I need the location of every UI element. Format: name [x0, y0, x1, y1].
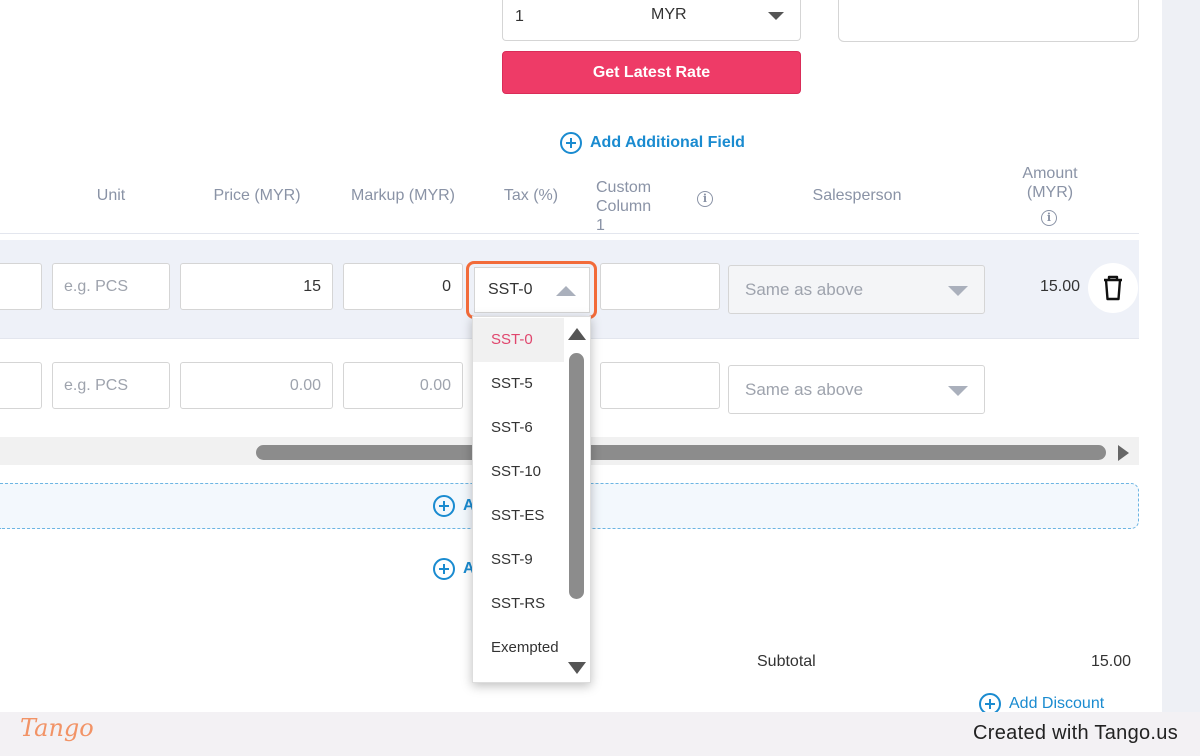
add-discount-label: Add Discount — [1009, 695, 1105, 712]
chevron-down-icon — [948, 286, 968, 296]
header-amount-line1: Amount — [1022, 165, 1078, 182]
created-with-text: Created with Tango.us — [973, 722, 1178, 744]
header-amount-line2: (MYR) — [1026, 184, 1074, 201]
price-input[interactable]: 15 — [180, 263, 333, 310]
header-custom-line2: Column 1 — [596, 198, 652, 234]
trash-icon — [1104, 275, 1122, 301]
add-section-button[interactable]: A — [433, 558, 475, 580]
tax-dropdown-menu: SST-0 SST-5 SST-6 SST-10 SST-ES SST-9 SS… — [472, 316, 591, 683]
salesperson-select[interactable]: Same as above — [728, 365, 985, 414]
header-amount: Amount (MYR) — [1010, 164, 1090, 202]
delete-row-button[interactable] — [1088, 263, 1138, 313]
custom-column-input[interactable] — [600, 263, 720, 310]
tax-option-exempted[interactable]: Exempted — [473, 626, 564, 670]
scroll-right-arrow-icon[interactable] — [1118, 445, 1129, 461]
tax-select-value: SST-0 — [488, 281, 533, 298]
add-additional-field-label: Add Additional Field — [590, 134, 745, 151]
unit-input[interactable]: e.g. PCS — [52, 263, 170, 310]
footer-bar: Tango Created with Tango.us — [0, 712, 1200, 756]
tax-option-sst-0[interactable]: SST-0 — [473, 318, 564, 362]
tax-select[interactable]: SST-0 — [474, 267, 590, 313]
subtotal-value: 15.00 — [1090, 653, 1131, 670]
plus-circle-icon — [433, 495, 455, 517]
currency-rate-select[interactable]: 1 MYR — [502, 0, 801, 41]
scroll-down-arrow-icon[interactable] — [568, 662, 586, 674]
header-unit: Unit — [96, 187, 126, 204]
right-gutter — [1162, 0, 1200, 712]
horizontal-scrollbar-thumb[interactable] — [256, 445, 1106, 460]
chevron-down-icon — [948, 386, 968, 396]
tax-option-sst-9[interactable]: SST-9 — [473, 538, 564, 582]
header-custom-column: Custom Column 1 — [596, 178, 664, 235]
salesperson-value: Same as above — [745, 280, 864, 299]
subtotal-label: Subtotal — [757, 653, 816, 670]
markup-input[interactable]: 0 — [343, 263, 463, 310]
header-markup: Markup (MYR) — [350, 187, 455, 204]
add-item-button[interactable]: A — [433, 495, 475, 517]
salesperson-value: Same as above — [745, 380, 864, 399]
tax-option-sst-6[interactable]: SST-6 — [473, 406, 564, 450]
add-additional-field-button[interactable]: Add Additional Field — [560, 131, 745, 155]
info-icon[interactable]: i — [1041, 210, 1057, 226]
markup-input[interactable]: 0.00 — [343, 362, 463, 409]
currency-code: MYR — [651, 6, 687, 23]
description-input[interactable] — [0, 362, 42, 409]
tax-option-sst-es[interactable]: SST-ES — [473, 494, 564, 538]
header-custom-line1: Custom — [596, 179, 652, 196]
row-amount: 15.00 — [1039, 278, 1080, 295]
header-tax: Tax (%) — [503, 187, 559, 204]
header-salesperson: Salesperson — [812, 187, 902, 204]
price-input[interactable]: 0.00 — [180, 362, 333, 409]
exchange-rate-input[interactable] — [838, 0, 1139, 42]
unit-input[interactable]: e.g. PCS — [52, 362, 170, 409]
info-icon[interactable]: i — [697, 191, 713, 207]
plus-circle-icon — [560, 132, 582, 154]
get-latest-rate-button[interactable]: Get Latest Rate — [502, 51, 801, 94]
rate-quantity: 1 — [515, 8, 524, 25]
chevron-up-icon — [556, 286, 576, 296]
header-divider — [0, 233, 1139, 234]
scroll-up-arrow-icon[interactable] — [568, 328, 586, 340]
tax-option-sst-5[interactable]: SST-5 — [473, 362, 564, 406]
salesperson-select[interactable]: Same as above — [728, 265, 985, 314]
tax-option-sst-10[interactable]: SST-10 — [473, 450, 564, 494]
plus-circle-icon — [433, 558, 455, 580]
header-price: Price (MYR) — [213, 187, 301, 204]
custom-column-input[interactable] — [600, 362, 720, 409]
chevron-down-icon — [768, 12, 784, 20]
description-input[interactable] — [0, 263, 42, 310]
tax-option-sst-rs[interactable]: SST-RS — [473, 582, 564, 626]
tango-logo: Tango — [20, 714, 94, 742]
dropdown-scrollbar-thumb[interactable] — [569, 353, 584, 599]
